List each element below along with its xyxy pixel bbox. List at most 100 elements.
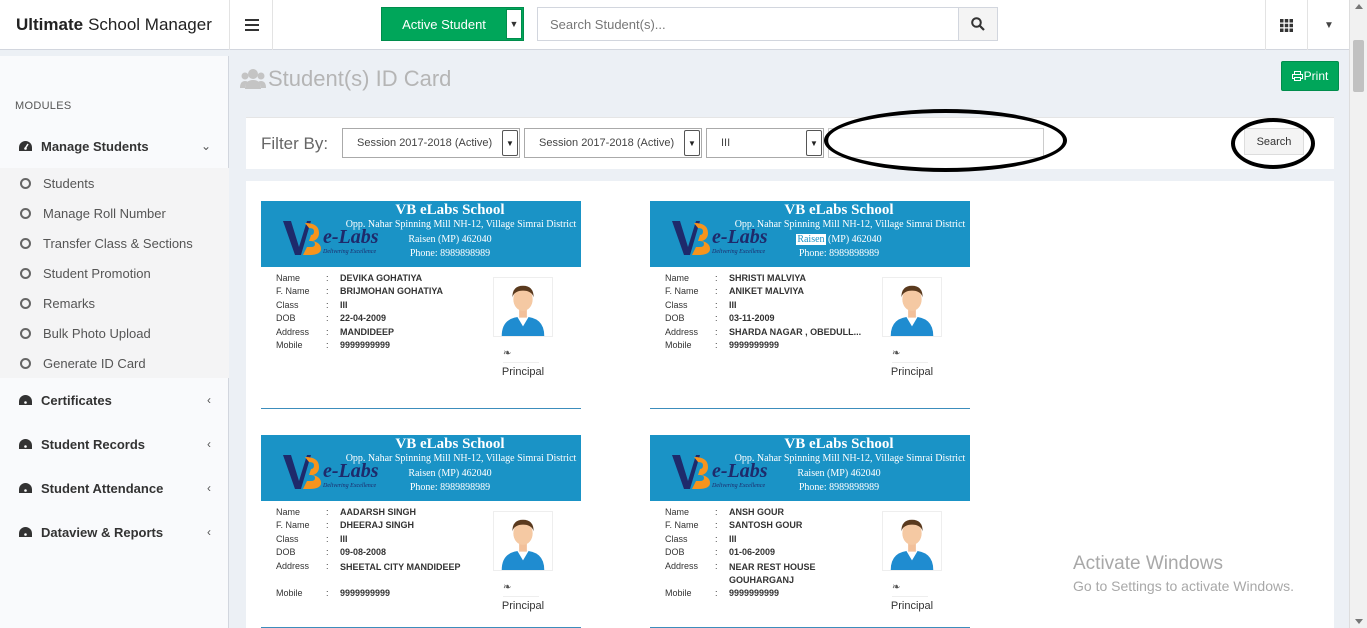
principal-signature-icon: ❧: [892, 582, 928, 597]
field-colon: :: [715, 587, 718, 598]
student-address: SHEETAL CITY MANDIDEEP: [340, 561, 461, 572]
field-colon: :: [326, 560, 329, 571]
caret-down-icon: ▼: [1324, 19, 1334, 31]
sidebar-subitem-students[interactable]: Students: [0, 168, 229, 198]
scroll-up-icon[interactable]: [1355, 4, 1363, 9]
field-colon: :: [715, 286, 718, 297]
watermark-line1: Activate Windows: [1073, 553, 1223, 574]
field-row-address: Address: NEAR REST HOUSE GOUHARGANJ: [665, 561, 864, 588]
student-name: SHRISTI MALVIYA: [729, 273, 807, 283]
chevron-left-icon: ‹: [207, 393, 211, 407]
scrollbar-thumb[interactable]: [1353, 40, 1364, 92]
field-row-name: Name: DEVIKA GOHATIYA: [276, 273, 443, 286]
student-dob: 09-08-2008: [340, 547, 387, 558]
field-label: Class: [276, 533, 299, 544]
field-row-dob: DOB:03-11-2009: [665, 313, 861, 326]
student-mobile: 9999999999: [729, 339, 780, 350]
sidebar-item-certificates[interactable]: Certificates ‹: [0, 378, 229, 422]
field-label: Mobile: [276, 587, 303, 598]
field-row-mobile: Mobile:9999999999: [276, 588, 475, 601]
sidebar-subitem-label: Generate ID Card: [43, 355, 146, 371]
sidebar-item-label: Student Records: [41, 436, 146, 452]
sidebar-item-label: Student Attendance: [41, 480, 164, 496]
chevron-down-icon: ▼: [806, 130, 822, 156]
sidebar-item-label: Certificates: [41, 392, 112, 408]
field-label: DOB: [665, 313, 685, 324]
chevron-down-icon: ▼: [684, 130, 700, 156]
user-menu-dropdown[interactable]: ▼: [1309, 0, 1349, 50]
school-address-line1: Opp. Nahar Spinning Mill NH-12, Village …: [734, 219, 966, 230]
sidebar-subitem-manage-roll-number[interactable]: Manage Roll Number: [0, 198, 229, 228]
sidebar-item-student-attendance[interactable]: Student Attendance ‹: [0, 466, 229, 510]
field-row-fname: F. Name: BRIJMOHAN GOHATIYA: [276, 286, 443, 299]
print-button[interactable]: Print: [1281, 61, 1339, 91]
id-card-header: e-Labs Delivering Excellence VB eLabs Sc…: [650, 435, 970, 501]
id-card: e-Labs Delivering Excellence VB eLabs Sc…: [261, 201, 581, 409]
field-row-class: Class: III: [276, 534, 475, 547]
circle-icon: [20, 237, 31, 249]
class-select[interactable]: III ▼: [706, 128, 824, 158]
apps-grid-button[interactable]: [1265, 0, 1308, 50]
field-row-name: Name: SHRISTI MALVIYA: [665, 273, 861, 286]
circle-icon: [20, 327, 31, 339]
sidebar-subitem-bulk-photo-upload[interactable]: Bulk Photo Upload: [0, 318, 229, 348]
field-label: DOB: [276, 313, 296, 324]
sidebar-subitem-student-promotion[interactable]: Student Promotion: [0, 258, 229, 288]
app-brand[interactable]: Ultimate School Manager: [0, 0, 230, 50]
field-colon: :: [715, 273, 718, 283]
scroll-down-icon[interactable]: [1355, 619, 1363, 624]
field-row-address: Address: SHARDA NAGAR , OBEDULL...: [665, 327, 861, 340]
sidebar-subitem-label: Transfer Class & Sections: [43, 235, 193, 251]
search-button[interactable]: [958, 8, 997, 40]
field-label: Mobile: [276, 339, 303, 350]
student-search-input[interactable]: [538, 8, 958, 40]
field-row-class: Class: III: [665, 534, 864, 547]
field-row-address: Address: SHEETAL CITY MANDIDEEP: [276, 561, 475, 588]
page-scrollbar[interactable]: [1349, 0, 1367, 628]
sidebar-toggle-button[interactable]: [231, 0, 273, 50]
student-mobile: 9999999999: [340, 339, 391, 350]
student-avatar: [493, 277, 553, 337]
field-colon: :: [715, 299, 718, 310]
field-label: Class: [665, 299, 688, 310]
sidebar-subitem-transfer-class[interactable]: Transfer Class & Sections: [0, 228, 229, 258]
father-name: ANIKET MALVIYA: [729, 286, 805, 297]
sidebar-subitem-remarks[interactable]: Remarks: [0, 288, 229, 318]
users-icon: [240, 68, 266, 90]
field-row-mobile: Mobile:9999999999: [665, 340, 861, 353]
field-row-class: Class: III: [276, 300, 443, 313]
field-label: Class: [665, 533, 688, 544]
field-row-mobile: Mobile:9999999999: [665, 588, 864, 601]
sidebar-item-manage-students[interactable]: Manage Students ⌄: [0, 124, 229, 168]
student-class: III: [729, 299, 737, 310]
field-label: Name: [665, 507, 690, 517]
student-class: III: [340, 299, 348, 310]
field-label: Class: [276, 299, 299, 310]
chevron-down-icon[interactable]: ▼: [506, 9, 522, 39]
session-select-1[interactable]: Session 2017-2018 (Active) ▼: [342, 128, 520, 158]
school-city: Raisen: [408, 234, 436, 245]
field-colon: :: [326, 326, 329, 337]
highlight-annotation: [1231, 118, 1315, 169]
field-label: Name: [665, 273, 690, 283]
sidebar-subitem-generate-id-card[interactable]: Generate ID Card: [0, 348, 229, 378]
field-label: F. Name: [665, 520, 699, 531]
student-name: DEVIKA GOHATIYA: [340, 273, 423, 283]
field-colon: :: [715, 520, 718, 531]
sidebar-item-student-records[interactable]: Student Records ‹: [0, 422, 229, 466]
field-label: F. Name: [276, 520, 310, 531]
field-colon: :: [326, 299, 329, 310]
field-row-dob: DOB:22-04-2009: [276, 313, 443, 326]
field-row-fname: F. Name: ANIKET MALVIYA: [665, 286, 861, 299]
field-colon: :: [326, 273, 329, 283]
principal-label: Principal: [501, 366, 545, 378]
sidebar-item-dataview-reports[interactable]: Dataview & Reports ‹: [0, 510, 229, 554]
field-row-dob: DOB:09-08-2008: [276, 547, 475, 560]
page-title-text: Student(s) ID Card: [268, 66, 452, 91]
field-colon: :: [715, 507, 718, 517]
active-student-button[interactable]: Active Student ▼: [381, 7, 524, 41]
chevron-left-icon: ‹: [207, 525, 211, 539]
session-select-2[interactable]: Session 2017-2018 (Active) ▼: [524, 128, 702, 158]
father-name: BRIJMOHAN GOHATIYA: [340, 286, 444, 297]
field-row-name: Name: ANSH GOUR: [665, 507, 864, 520]
